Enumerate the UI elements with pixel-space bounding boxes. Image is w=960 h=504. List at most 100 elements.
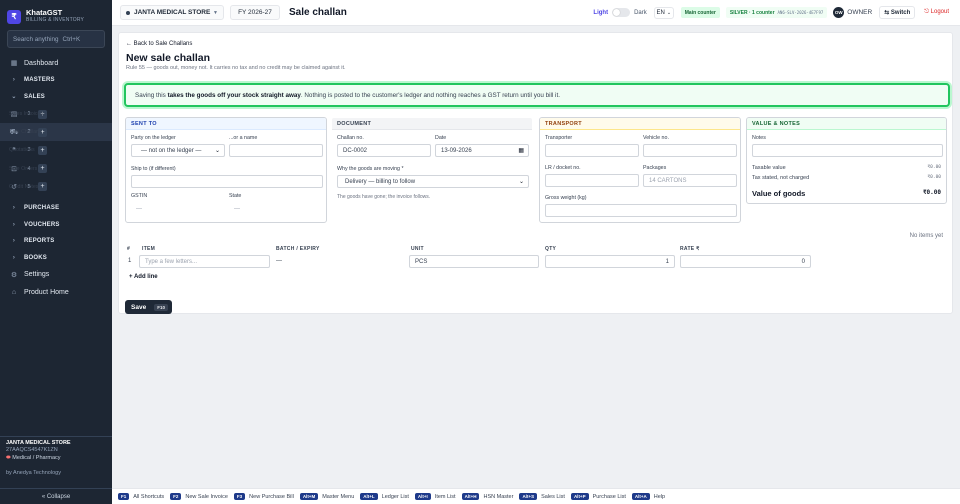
calendar-icon[interactable]: ▦ (518, 147, 524, 154)
state-value: — (229, 202, 323, 215)
sidebar-item-label: Dashboard (24, 59, 59, 67)
sidebar-item-label: Sales Invoices (9, 111, 44, 118)
grid-icon: ▦ (10, 60, 18, 67)
challan-no-input[interactable]: DC-0002 (337, 144, 431, 157)
chevron-right-icon: › (12, 221, 16, 228)
sidebar-item-sales-invoices[interactable]: ▤ Sales Invoices 1 + (0, 105, 112, 123)
reason-select[interactable]: Delivery — billing to follow ⌄ (337, 175, 529, 188)
section-label: BOOKS (24, 254, 48, 261)
sidebar-item-label: Sale Orders (9, 165, 38, 172)
brand-name: KhataGST (26, 8, 63, 17)
sidebar-item-dashboard[interactable]: ▦ Dashboard (0, 54, 112, 72)
add-sale-order-button[interactable]: + (38, 164, 47, 174)
search-input[interactable]: Search anything Ctrl+K (7, 30, 105, 48)
lr-input[interactable] (545, 174, 639, 187)
fy-selector[interactable]: FY 2026-27 (230, 5, 280, 20)
save-button[interactable]: Save F10 (125, 300, 172, 314)
shortcut-key: Alt+M (299, 493, 319, 500)
dark-mode-label[interactable]: Dark (634, 10, 647, 16)
qty-input[interactable]: 1 (545, 255, 675, 268)
store-switcher[interactable]: JANTA MEDICAL STORE ▼ (120, 5, 224, 20)
shortcut-all[interactable]: F1 All Shortcuts (118, 493, 164, 500)
main-content: ← Back to Sale Challans New sale challan… (112, 26, 960, 488)
reason-select-value: Delivery — billing to follow (345, 178, 416, 185)
shortcut-item-list[interactable]: Alt+I Item List (414, 493, 456, 500)
name-input[interactable] (229, 144, 323, 157)
section-label: REPORTS (24, 238, 55, 245)
taxable-value: ₹0.00 (927, 165, 941, 170)
shortcut-ledger-list[interactable]: Alt+L Ledger List (360, 493, 409, 500)
shortcut-master-menu[interactable]: Alt+M Master Menu (299, 493, 355, 500)
plan-code: AN6-SLV-2026-4E7F97 (777, 10, 824, 15)
notes-input[interactable] (752, 144, 943, 157)
sidebar-item-credit-notes[interactable]: ↺ Credit Notes 5 + (0, 178, 112, 196)
brand[interactable]: ₹ KhataGST BILLING & INVENTORY (0, 0, 112, 26)
table-row: 1 Type a few letters... — PCS 1 0 (124, 255, 948, 269)
rate-input[interactable]: 0 (680, 255, 811, 268)
store-name: JANTA MEDICAL STORE (6, 440, 71, 446)
sidebar-item-settings[interactable]: ⚙ Settings (0, 266, 112, 284)
shortcut-purchase-list[interactable]: Alt+P Purchase List (570, 493, 626, 500)
language-select[interactable]: EN ⌄ (653, 6, 674, 19)
sidebar-section-vouchers[interactable]: › VOUCHERS (0, 216, 112, 233)
shortcut-help[interactable]: Alt+A Help (631, 493, 665, 500)
store-gstin: 27AAQCS4547K1ZN (6, 447, 58, 453)
collapse-sidebar-button[interactable]: « Collapse (0, 488, 112, 504)
gstin-label: GSTIN (131, 193, 148, 199)
shortcut-new-sale-invoice[interactable]: F2 New Sale Invoice (170, 493, 228, 500)
stock-notice: Saving this takes the goods off your sto… (124, 83, 950, 107)
ship-to-input[interactable] (131, 175, 323, 188)
sidebar-item-label: Product Home (24, 289, 69, 297)
sidebar-section-masters[interactable]: › MASTERS (0, 72, 112, 89)
panel-title: TRANSPORT (540, 118, 740, 130)
chevron-down-icon: ⌄ (11, 94, 17, 101)
shortcut-label: Ledger List (381, 493, 409, 500)
shortcut-hsn-master[interactable]: Alt+H HSN Master (461, 493, 513, 500)
sidebar-section-books[interactable]: › BOOKS (0, 249, 112, 266)
store-category: ⬬ Medical / Pharmacy (6, 454, 106, 462)
shortcut-key: Alt+I (414, 493, 431, 500)
sidebar-section-sales[interactable]: ⌄ SALES (0, 89, 112, 106)
vehicle-label: Vehicle no. (643, 135, 669, 141)
shortcut-sales-list[interactable]: Alt+S Sales List (519, 493, 565, 500)
shortcut-new-purchase-bill[interactable]: F3 New Purchase Bill (233, 493, 294, 500)
party-select[interactable]: — not on the ledger — ⌄ (131, 144, 225, 157)
light-mode-label[interactable]: Light (593, 10, 608, 16)
vehicle-input[interactable] (643, 144, 737, 157)
panel-title: SENT TO (126, 118, 326, 130)
sidebar-item-sale-challans[interactable]: ⛟ Sale Challans 2 + (0, 123, 112, 142)
sidebar-section-reports[interactable]: › REPORTS (0, 233, 112, 250)
add-credit-note-button[interactable]: + (38, 182, 47, 192)
user-role: OWNER (847, 9, 873, 16)
theme-toggle[interactable] (612, 8, 631, 17)
total-label: Value of goods (752, 189, 806, 198)
col-rate: RATE ₹ (680, 246, 700, 252)
weight-input[interactable] (545, 204, 737, 217)
gear-icon: ⚙ (10, 271, 18, 279)
packages-input[interactable]: 14 CARTONS (643, 174, 737, 187)
chevron-right-icon: › (12, 205, 16, 212)
add-line-button[interactable]: + Add line (129, 274, 158, 280)
name-label: ...or a name (229, 135, 258, 141)
sidebar-item-product-home[interactable]: ⌂ Product Home (0, 284, 112, 302)
date-input[interactable]: 13-09-2026 ▦ (435, 144, 529, 157)
switch-user-button[interactable]: ⇆ Switch (879, 6, 916, 19)
item-search-input[interactable]: Type a few letters... (139, 255, 270, 268)
page-crumb: Sale challan (289, 7, 347, 18)
logout-button[interactable]: ⎋ Logout (920, 6, 953, 19)
transporter-input[interactable] (545, 144, 639, 157)
weight-label: Gross weight (kg) (545, 195, 587, 201)
chevron-right-icon: › (12, 77, 16, 84)
reason-label: Why the goods are moving * (337, 166, 404, 172)
items-table-header: # ITEM BATCH / EXPIRY UNIT QTY RATE ₹ (124, 243, 948, 255)
shortcut-label: Master Menu (322, 493, 355, 500)
sidebar-item-quotations[interactable]: ❝ Quotations 3 + (0, 141, 112, 159)
notice-text-pre: Saving this (135, 91, 168, 99)
avatar[interactable]: OW (833, 7, 845, 18)
unit-input[interactable]: PCS (409, 255, 539, 268)
back-to-sale-challans-link[interactable]: ← Back to Sale Challans (126, 41, 192, 47)
sidebar-section-purchase[interactable]: › PURCHASE (0, 200, 112, 217)
shortcut-key: Alt+P (570, 493, 589, 500)
add-quotation-button[interactable]: + (38, 145, 47, 155)
sidebar-item-sale-orders[interactable]: ⊡ Sale Orders 4 + (0, 160, 112, 178)
